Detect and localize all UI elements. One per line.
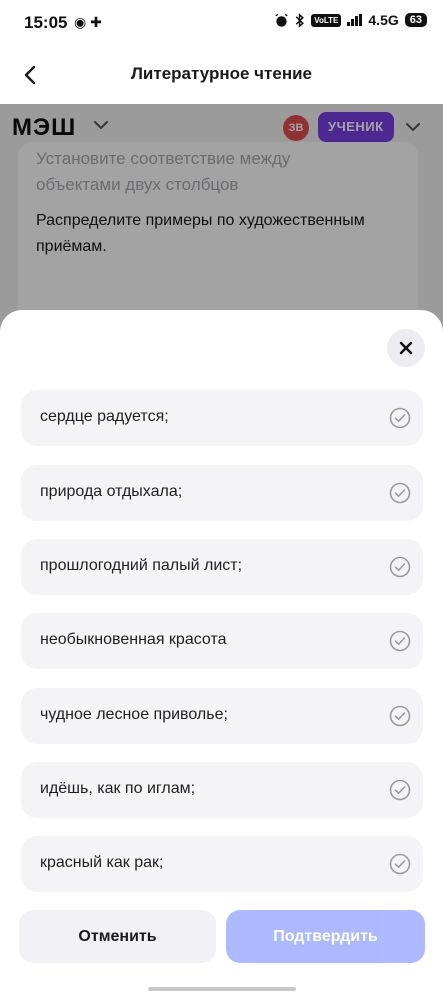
home-indicator[interactable]	[148, 987, 296, 991]
check-circle-icon[interactable]	[389, 630, 411, 652]
network-type: 4.5G	[368, 12, 399, 28]
check-circle-icon[interactable]	[389, 779, 411, 801]
option-item[interactable]: красный как рак;	[21, 836, 423, 892]
option-label: необыкновенная красота	[40, 631, 227, 648]
app-header: Литературное чтение	[0, 48, 443, 104]
page-title: Литературное чтение	[130, 64, 312, 83]
option-item[interactable]: природа отдыхала;	[21, 465, 423, 521]
close-button[interactable]	[387, 329, 425, 367]
option-item[interactable]: чудное лесное приволье;	[21, 688, 423, 744]
notification-icons: ◉ ✚	[74, 14, 102, 30]
option-item[interactable]: необыкновенная красота	[21, 613, 423, 669]
status-right-icons: VoLTE 4.5G 63	[274, 12, 427, 28]
battery-icon: 63	[404, 13, 427, 27]
check-circle-icon[interactable]	[389, 407, 411, 429]
option-item[interactable]: прошлогодний палый лист;	[21, 539, 423, 595]
alarm-icon	[275, 13, 288, 27]
bluetooth-icon	[295, 12, 305, 28]
option-label: чудное лесное приволье;	[40, 706, 228, 723]
options-sheet: сердце радуется; природа отдыхала; прошл…	[0, 310, 443, 1000]
check-circle-icon[interactable]	[389, 705, 411, 727]
option-item[interactable]: сердце радуется;	[21, 390, 423, 446]
option-label: прошлогодний палый лист;	[40, 557, 243, 574]
option-item[interactable]: идёшь, как по иглам;	[21, 762, 423, 818]
check-circle-icon[interactable]	[389, 482, 411, 504]
cancel-button[interactable]: Отменить	[19, 910, 216, 963]
check-circle-icon[interactable]	[389, 556, 411, 578]
confirm-button[interactable]: Подтвердить	[226, 910, 425, 963]
status-time: 15:05	[24, 13, 68, 32]
close-icon	[399, 341, 413, 355]
option-label: красный как рак;	[40, 854, 164, 871]
volte-badge: VoLTE	[311, 13, 342, 27]
option-label: сердце радуется;	[40, 408, 169, 425]
option-label: идёшь, как по иглам;	[40, 780, 196, 797]
check-circle-icon[interactable]	[389, 853, 411, 875]
status-bar: 15:05 ◉ ✚ VoLTE 4.5G 63	[0, 0, 443, 48]
option-label: природа отдыхала;	[40, 483, 183, 500]
signal-icon	[347, 14, 363, 26]
